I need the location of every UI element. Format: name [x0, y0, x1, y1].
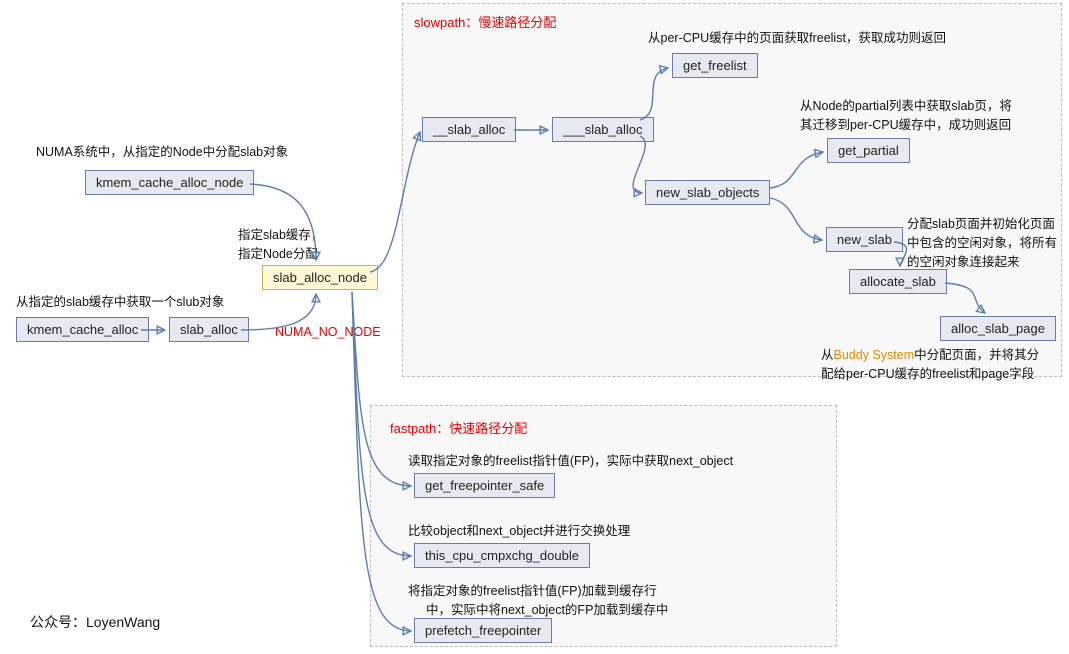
alloc-page-desc: 从Buddy System中分配页面，并将其分 配给per-CPU缓存的free…	[821, 346, 1039, 384]
get-partial-desc: 从Node的partial列表中获取slab页，将 其迁移到per-CPU缓存中…	[800, 97, 1012, 135]
node-slab-alloc-node: slab_alloc_node	[262, 265, 378, 290]
footer-credit: 公众号：LoyenWang	[30, 612, 160, 633]
node-new-slab-objects: new_slab_objects	[645, 180, 770, 205]
fast-desc-3: 将指定对象的freelist指针值(FP)加载到缓存行 中，实际中将next_o…	[408, 582, 668, 620]
numa-system-desc: NUMA系统中，从指定的Node中分配slab对象	[36, 143, 288, 162]
slowpath-title: slowpath：慢速路径分配	[414, 12, 556, 31]
node-alloc-slab-page: alloc_slab_page	[940, 316, 1056, 341]
node-kmem-cache-alloc-node: kmem_cache_alloc_node	[85, 170, 254, 195]
from-slab-cache-desc: 从指定的slab缓存中获取一个slub对象	[16, 293, 224, 312]
node-new-slab: new_slab	[826, 227, 903, 252]
fastpath-title: fastpath：快速路径分配	[390, 418, 527, 437]
fast-desc-1: 读取指定对象的freelist指针值(FP)，实际中获取next_object	[408, 452, 733, 471]
node-this-cpu-cmpxchg-double: this_cpu_cmpxchg_double	[414, 543, 590, 568]
node-get-freelist: get_freelist	[672, 53, 758, 78]
node-prefetch-freepointer: prefetch_freepointer	[414, 618, 552, 643]
fast-desc-2: 比较object和next_object并进行交换处理	[408, 522, 630, 541]
new-slab-desc: 分配slab页面并初始化页面 中包含的空闲对象，将所有 的空闲对象连接起来	[907, 215, 1057, 271]
node-slab-alloc-1: __slab_alloc	[422, 117, 516, 142]
node-kmem-cache-alloc: kmem_cache_alloc	[16, 317, 149, 342]
node-get-partial: get_partial	[827, 138, 910, 163]
node-slab-alloc-2: ___slab_alloc	[552, 117, 654, 142]
node-slab-alloc: slab_alloc	[169, 317, 249, 342]
node-get-freepointer-safe: get_freepointer_safe	[414, 473, 555, 498]
get-freelist-desc: 从per-CPU缓存中的页面获取freelist，获取成功则返回	[648, 29, 946, 48]
node-allocate-slab: allocate_slab	[849, 269, 947, 294]
specify-cache-desc: 指定slab缓存， 指定Node分配	[238, 226, 323, 264]
numa-no-node-label: NUMA_NO_NODE	[275, 323, 381, 342]
